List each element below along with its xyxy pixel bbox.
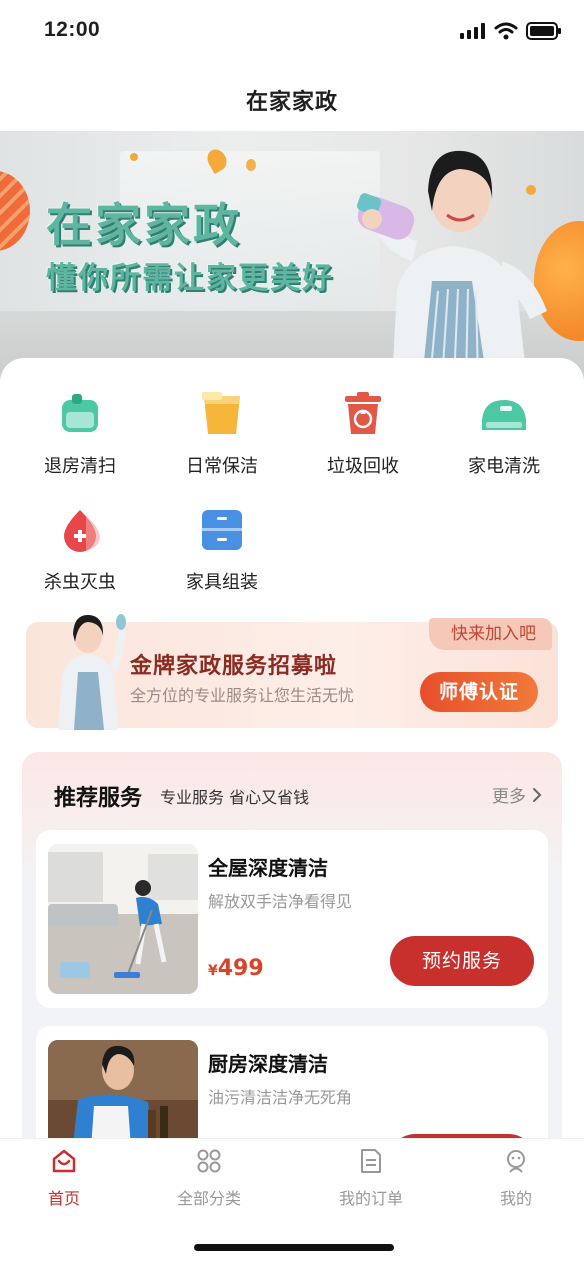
category-trash-recycle[interactable]: 垃圾回收: [303, 390, 423, 478]
pest-drop-icon: [56, 506, 104, 554]
banner-title: 在家家政: [46, 198, 242, 252]
decor-dot: [130, 153, 138, 161]
decor-ball-left: [0, 171, 30, 251]
category-pest-control[interactable]: 杀虫灭虫: [20, 506, 140, 594]
tab-label: 我的: [499, 1189, 532, 1208]
trash-recycle-icon: [339, 390, 387, 438]
page-title: 在家家政: [245, 90, 338, 115]
battery-icon: [526, 22, 561, 40]
home-indicator[interactable]: [194, 1244, 394, 1251]
nav-bar: 在家家政: [0, 62, 584, 132]
tab-label: 全部分类: [176, 1189, 241, 1208]
recruit-subtitle: 全方位的专业服务让您生活无忧: [130, 686, 355, 705]
banner-subtitle: 懂你所需让家更美好: [46, 261, 334, 296]
service-desc: 油污清洁洁净无死角: [208, 1088, 353, 1107]
grid-icon: [197, 1149, 221, 1173]
status-icons: [460, 22, 562, 40]
more-link[interactable]: 更多: [492, 782, 542, 807]
cleaner-woman-illustration: [356, 150, 547, 381]
category-label: 家电清洗: [468, 456, 540, 477]
status-bar: 12:00: [0, 0, 584, 62]
category-label: 退房清扫: [44, 456, 116, 477]
tab-orders[interactable]: 我的订单: [311, 1147, 431, 1209]
tab-home[interactable]: 首页: [4, 1147, 124, 1209]
bucket-icon: [198, 390, 246, 438]
recruit-tag: 快来加入吧: [429, 618, 552, 650]
chevron-right-icon: [533, 787, 542, 802]
recommend-desc: 专业服务 省心又省钱: [160, 788, 310, 807]
profile-icon: [507, 1150, 525, 1173]
service-name: 厨房深度清洁: [208, 1052, 328, 1076]
service-price: ¥499: [208, 956, 264, 981]
home-icon: [52, 1149, 76, 1173]
tab-label: 我的订单: [338, 1189, 403, 1208]
category-label: 日常保洁: [186, 456, 258, 477]
service-desc: 解放双手洁净看得见: [208, 892, 353, 911]
category-label: 家具组装: [186, 572, 258, 593]
recruit-banner[interactable]: 快来加入吧 金牌家政服务招募啦 全方位的专业服务让您生活无忧 师傅认证: [26, 614, 558, 730]
tab-profile[interactable]: 我的: [456, 1147, 576, 1209]
category-furniture-assembly[interactable]: 家具组装: [162, 506, 282, 594]
tab-label: 首页: [47, 1189, 80, 1208]
recruit-title: 金牌家政服务招募啦: [130, 654, 338, 679]
category-label: 杀虫灭虫: [44, 572, 116, 593]
recommend-title: 推荐服务: [54, 786, 143, 811]
status-time: 12:00: [44, 18, 101, 41]
certify-button[interactable]: 师傅认证: [420, 672, 538, 712]
service-image: [48, 844, 198, 994]
service-name: 全屋深度清洁: [208, 856, 328, 880]
currency-symbol: ¥: [208, 963, 218, 979]
tab-categories[interactable]: 全部分类: [149, 1147, 269, 1209]
wifi-icon: [494, 22, 518, 40]
recruit-woman-illustration: [58, 614, 126, 730]
decor-dot: [246, 159, 256, 171]
category-daily-clean[interactable]: 日常保洁: [162, 390, 282, 478]
price-value: 499: [217, 956, 264, 981]
checkout-clean-icon: [56, 390, 104, 438]
more-label: 更多: [492, 787, 526, 807]
appliance-icon: [480, 390, 528, 438]
signal-icon: [460, 23, 485, 39]
category-label: 垃圾回收: [327, 456, 399, 477]
book-service-button[interactable]: 预约服务: [390, 936, 534, 986]
order-icon: [361, 1149, 381, 1173]
category-checkout-clean[interactable]: 退房清扫: [20, 390, 140, 478]
service-card[interactable]: 全屋深度清洁 解放双手洁净看得见 ¥499 预约服务: [36, 830, 548, 1008]
category-appliance-clean[interactable]: 家电清洗: [444, 390, 564, 478]
cabinet-icon: [198, 506, 246, 554]
hero-banner[interactable]: 在家家政 懂你所需让家更美好: [0, 131, 584, 381]
